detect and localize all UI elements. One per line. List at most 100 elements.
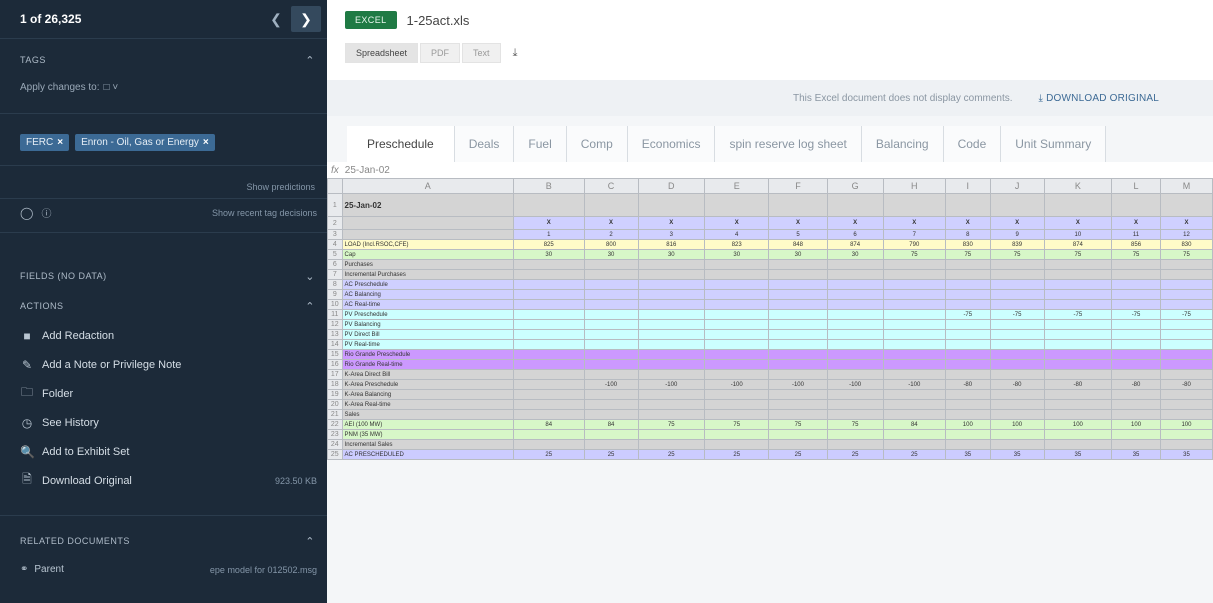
sheet-tab[interactable]: Code	[943, 126, 1002, 162]
cell[interactable]: 75	[637, 419, 706, 430]
cell[interactable]	[1159, 339, 1213, 350]
cell[interactable]	[512, 193, 585, 217]
column-header[interactable]: K	[1043, 178, 1113, 194]
cell[interactable]	[1043, 289, 1113, 300]
cell[interactable]	[944, 319, 991, 330]
column-header[interactable]: D	[637, 178, 706, 194]
row-label[interactable]: Incremental Sales	[341, 439, 514, 450]
cell[interactable]	[704, 369, 770, 380]
cell[interactable]	[768, 319, 828, 330]
cell[interactable]	[704, 399, 770, 410]
cell[interactable]: -100	[882, 379, 946, 390]
cell[interactable]	[768, 329, 828, 340]
cell[interactable]: 25	[768, 449, 828, 460]
row-label[interactable]: Cap	[341, 249, 514, 260]
cell[interactable]	[1043, 389, 1113, 400]
cell[interactable]: 839	[989, 239, 1045, 250]
cell[interactable]	[882, 339, 946, 350]
cell[interactable]	[637, 193, 706, 217]
cell[interactable]: 25	[512, 449, 585, 460]
cell[interactable]: 100	[944, 419, 991, 430]
cell[interactable]: 11	[1111, 229, 1161, 240]
cell[interactable]	[1043, 319, 1113, 330]
cell[interactable]	[882, 409, 946, 420]
show-recent-link[interactable]: Show recent tag decisions	[59, 208, 317, 218]
cell[interactable]	[637, 319, 706, 330]
cell[interactable]	[512, 339, 585, 350]
cell[interactable]	[1159, 429, 1213, 440]
cell[interactable]	[768, 359, 828, 370]
cell[interactable]	[512, 409, 585, 420]
cell[interactable]	[1111, 369, 1161, 380]
cell[interactable]	[826, 389, 884, 400]
cell[interactable]	[944, 439, 991, 450]
cell[interactable]	[1111, 429, 1161, 440]
column-header[interactable]: F	[768, 178, 828, 194]
cell[interactable]	[882, 429, 946, 440]
cell[interactable]	[768, 439, 828, 450]
cell[interactable]	[989, 299, 1045, 310]
cell[interactable]	[704, 193, 770, 217]
cell[interactable]	[882, 319, 946, 330]
cell[interactable]: X	[989, 216, 1045, 230]
cell[interactable]	[1111, 329, 1161, 340]
cell[interactable]	[826, 279, 884, 290]
remove-tag-icon[interactable]: ×	[57, 137, 63, 148]
cell[interactable]	[882, 329, 946, 340]
cell[interactable]	[512, 269, 585, 280]
cell[interactable]: -100	[583, 379, 639, 390]
cell[interactable]	[989, 319, 1045, 330]
cell[interactable]: 30	[512, 249, 585, 260]
cell[interactable]	[989, 289, 1045, 300]
sheet-tab[interactable]: Unit Summary	[1001, 126, 1107, 162]
cell[interactable]	[768, 349, 828, 360]
cell[interactable]	[637, 389, 706, 400]
cell[interactable]	[882, 269, 946, 280]
cell[interactable]: -80	[1043, 379, 1113, 390]
cell[interactable]	[583, 299, 639, 310]
row-label[interactable]: K-Area Direct Bill	[341, 369, 514, 380]
cell[interactable]	[512, 309, 585, 320]
cell[interactable]	[989, 349, 1045, 360]
cell[interactable]	[512, 319, 585, 330]
cell[interactable]	[1111, 339, 1161, 350]
cell[interactable]	[704, 409, 770, 420]
cell[interactable]	[882, 309, 946, 320]
cell[interactable]: 100	[989, 419, 1045, 430]
cell[interactable]	[944, 409, 991, 420]
action-folder[interactable]: 🗀 Folder	[0, 379, 327, 408]
cell[interactable]	[826, 309, 884, 320]
cell[interactable]	[512, 379, 585, 390]
check-circle-icon[interactable]: ◯	[20, 206, 33, 220]
cell[interactable]: 75	[704, 419, 770, 430]
tags-section-header[interactable]: TAGS ⌃	[0, 45, 327, 75]
cell[interactable]	[944, 259, 991, 270]
cell[interactable]: -80	[1111, 379, 1161, 390]
cell[interactable]	[944, 269, 991, 280]
row-label[interactable]: K-Area Real-time	[341, 399, 514, 410]
cell[interactable]	[826, 369, 884, 380]
cell[interactable]: X	[1159, 216, 1213, 230]
cell[interactable]	[1043, 359, 1113, 370]
cell[interactable]	[512, 369, 585, 380]
cell[interactable]: X	[1111, 216, 1161, 230]
tab-text[interactable]: Text	[462, 43, 501, 63]
cell[interactable]	[882, 389, 946, 400]
cell[interactable]	[768, 279, 828, 290]
cell[interactable]: 84	[882, 419, 946, 430]
cell[interactable]	[1159, 359, 1213, 370]
cell[interactable]: 7	[882, 229, 946, 240]
cell[interactable]	[512, 359, 585, 370]
cell[interactable]: 874	[826, 239, 884, 250]
cell[interactable]	[1111, 389, 1161, 400]
cell[interactable]	[583, 269, 639, 280]
row-label[interactable]: AC PRESCHEDULED	[341, 449, 514, 460]
cell[interactable]	[1111, 279, 1161, 290]
cell[interactable]: -75	[944, 309, 991, 320]
cell[interactable]: -100	[637, 379, 706, 390]
cell[interactable]	[704, 309, 770, 320]
cell[interactable]	[944, 399, 991, 410]
cell[interactable]	[1043, 279, 1113, 290]
column-header[interactable]: E	[704, 178, 770, 194]
row-label[interactable]: Rio Grande Preschedule	[341, 349, 514, 360]
